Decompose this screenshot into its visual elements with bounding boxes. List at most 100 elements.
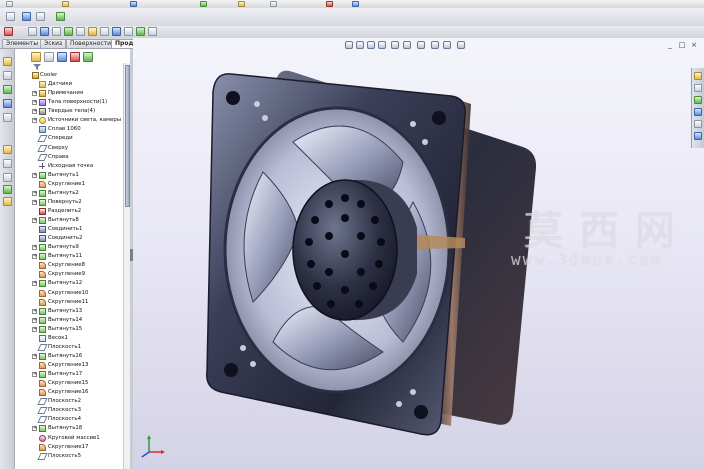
expand-toggle-icon[interactable]: + xyxy=(32,254,37,260)
tree-root[interactable]: Cooler xyxy=(32,71,124,80)
tree-item[interactable]: + Вытянуть9 xyxy=(32,243,124,252)
tree-item[interactable]: Скругление15 xyxy=(32,379,124,388)
dimension-icon[interactable] xyxy=(3,145,12,154)
zoom-to-area-icon[interactable] xyxy=(356,41,364,49)
view-orientation-icon[interactable] xyxy=(22,12,31,21)
tab-features[interactable]: Элементы xyxy=(2,39,43,48)
offset-icon[interactable] xyxy=(3,185,12,194)
tree-item[interactable]: Плоскость1 xyxy=(32,343,124,352)
tree-item[interactable]: + Твердые тела(4) xyxy=(32,107,124,116)
tree-item[interactable]: + Примечания xyxy=(32,89,124,98)
toolbar-icon[interactable] xyxy=(124,27,133,36)
tree-item[interactable]: Скругление1 xyxy=(32,180,124,189)
tree-item[interactable]: + Вытянуть17 xyxy=(32,370,124,379)
tree-item[interactable]: + Вытянуть14 xyxy=(32,316,124,325)
view-settings-icon[interactable] xyxy=(457,41,465,49)
tree-item[interactable]: Весок1 xyxy=(32,334,124,343)
expand-toggle-icon[interactable]: + xyxy=(32,326,37,332)
expand-toggle-icon[interactable]: + xyxy=(32,100,37,106)
tree-item[interactable]: Скругление10 xyxy=(32,289,124,298)
tree-item[interactable]: Соединить2 xyxy=(32,234,124,243)
convert-icon[interactable] xyxy=(3,197,12,206)
expand-toggle-icon[interactable]: + xyxy=(32,308,37,314)
feature-manager-tab-icon[interactable] xyxy=(31,52,41,62)
toolbar-icon[interactable] xyxy=(28,27,37,36)
expand-toggle-icon[interactable]: + xyxy=(32,317,37,323)
tree-item[interactable]: Скругление17 xyxy=(32,443,124,452)
toolbar-icon[interactable] xyxy=(270,1,277,7)
toolbar-icon[interactable] xyxy=(62,1,69,7)
expand-toggle-icon[interactable]: + xyxy=(32,118,37,124)
toolbar-icon[interactable] xyxy=(238,1,245,7)
toolbar-icon[interactable] xyxy=(100,27,109,36)
file-explorer-icon[interactable] xyxy=(694,96,702,104)
tree-item[interactable]: Датчики xyxy=(32,80,124,89)
tree-item[interactable]: Скругление9 xyxy=(32,270,124,279)
tree-item[interactable]: + Вытянуть18 xyxy=(32,424,124,433)
view-orientation-icon[interactable] xyxy=(391,41,399,49)
tree-item[interactable]: + Вытянуть12 xyxy=(32,279,124,288)
mirror-icon[interactable] xyxy=(3,173,12,182)
tree-item[interactable]: Соединить1 xyxy=(32,225,124,234)
tree-item[interactable]: Плоскость4 xyxy=(32,415,124,424)
expand-toggle-icon[interactable]: + xyxy=(32,218,37,223)
tab-surfaces[interactable]: Поверхности xyxy=(66,39,116,48)
tree-item[interactable]: Скругление11 xyxy=(32,298,124,307)
section-view-icon[interactable] xyxy=(378,41,386,49)
close-button[interactable]: × xyxy=(690,41,698,49)
tree-item[interactable]: Круговой массив1 xyxy=(32,434,124,443)
sketch-icon[interactable] xyxy=(3,57,12,66)
tree-item[interactable]: + Вытянуть15 xyxy=(32,325,124,334)
tree-item[interactable]: + Вытянуть2 xyxy=(32,189,124,198)
line-icon[interactable] xyxy=(3,71,12,80)
toolbar-icon[interactable] xyxy=(4,27,13,36)
expand-toggle-icon[interactable]: + xyxy=(32,91,37,97)
property-manager-tab-icon[interactable] xyxy=(44,52,54,62)
appearance-icon[interactable] xyxy=(56,12,65,21)
tree-item[interactable]: Плоскость3 xyxy=(32,406,124,415)
toolbar-icon[interactable] xyxy=(130,1,137,7)
restore-button[interactable]: □ xyxy=(678,41,686,49)
display-manager-tab-icon[interactable] xyxy=(83,52,93,62)
tree-item[interactable]: Скругление8 xyxy=(32,261,124,270)
graphics-area[interactable]: _ □ × 莫西网 www.3dmox.com xyxy=(133,38,704,469)
toolbar-icon[interactable] xyxy=(352,1,359,7)
custom-properties-icon[interactable] xyxy=(694,132,702,140)
hide-show-items-icon[interactable] xyxy=(417,41,425,49)
tab-sketch[interactable]: Эскиз xyxy=(40,39,67,48)
tree-item[interactable]: Сверху xyxy=(32,144,124,153)
tree-item[interactable]: Разделить2 xyxy=(32,207,124,216)
toolbar-icon[interactable] xyxy=(76,27,85,36)
tree-item[interactable]: Спереди xyxy=(32,134,124,143)
edit-appearance-icon[interactable] xyxy=(431,41,439,49)
tree-item[interactable]: + Вытянуть11 xyxy=(32,252,124,261)
toolbar-icon[interactable] xyxy=(64,27,73,36)
toolbar-icon[interactable] xyxy=(52,27,61,36)
tree-item[interactable]: + Вытянуть1 xyxy=(32,171,124,180)
expand-toggle-icon[interactable]: + xyxy=(32,245,37,251)
trim-icon[interactable] xyxy=(3,113,12,122)
expand-toggle-icon[interactable]: + xyxy=(32,353,37,359)
toolbar-icon[interactable] xyxy=(88,27,97,36)
filter-icon[interactable] xyxy=(33,64,41,70)
tree-item[interactable]: Плоскость5 xyxy=(32,452,124,461)
select-icon[interactable] xyxy=(6,12,15,21)
cooler-fan-model[interactable] xyxy=(203,52,543,442)
appearances-icon[interactable] xyxy=(694,120,702,128)
tree-item[interactable]: Справа xyxy=(32,153,124,162)
previous-view-icon[interactable] xyxy=(367,41,375,49)
view-palette-icon[interactable] xyxy=(694,108,702,116)
toolbar-icon[interactable] xyxy=(200,1,207,7)
tree-item[interactable]: + Источники света, камеры и xyxy=(32,116,126,125)
expand-toggle-icon[interactable]: + xyxy=(32,109,37,115)
tree-item[interactable]: + Тела поверхности(1) xyxy=(32,98,124,107)
tree-item[interactable]: Исходная точка xyxy=(32,162,124,171)
display-style-icon[interactable] xyxy=(36,12,45,21)
tree-item[interactable]: + Вытянуть8 xyxy=(32,216,124,225)
tree-item[interactable]: + Вытянуть16 xyxy=(32,352,124,361)
configuration-manager-tab-icon[interactable] xyxy=(57,52,67,62)
tree-item[interactable]: + Повернуть2 xyxy=(32,198,124,207)
expand-toggle-icon[interactable]: + xyxy=(32,281,37,287)
point-icon[interactable] xyxy=(3,99,12,108)
tree-item[interactable]: Сплав 1060 xyxy=(32,125,124,134)
